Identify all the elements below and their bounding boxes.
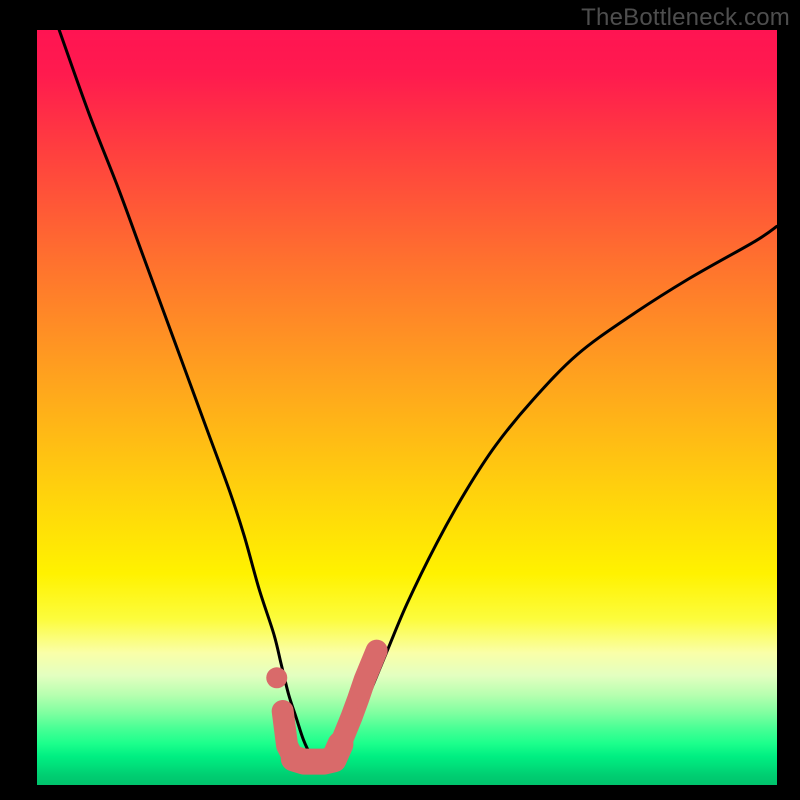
highlight-points [266,640,387,761]
highlight-dot [355,669,375,689]
highlight-dot [342,707,362,727]
chart-frame: TheBottleneck.com [0,0,800,800]
curve-svg [37,30,777,785]
plot-area [37,30,777,785]
highlight-dot [366,640,387,661]
highlight-dot [348,689,368,709]
highlight-dot [266,667,287,688]
bottleneck-curve [59,30,777,763]
bottleneck-curve-path [59,30,777,763]
watermark-text: TheBottleneck.com [581,4,790,32]
